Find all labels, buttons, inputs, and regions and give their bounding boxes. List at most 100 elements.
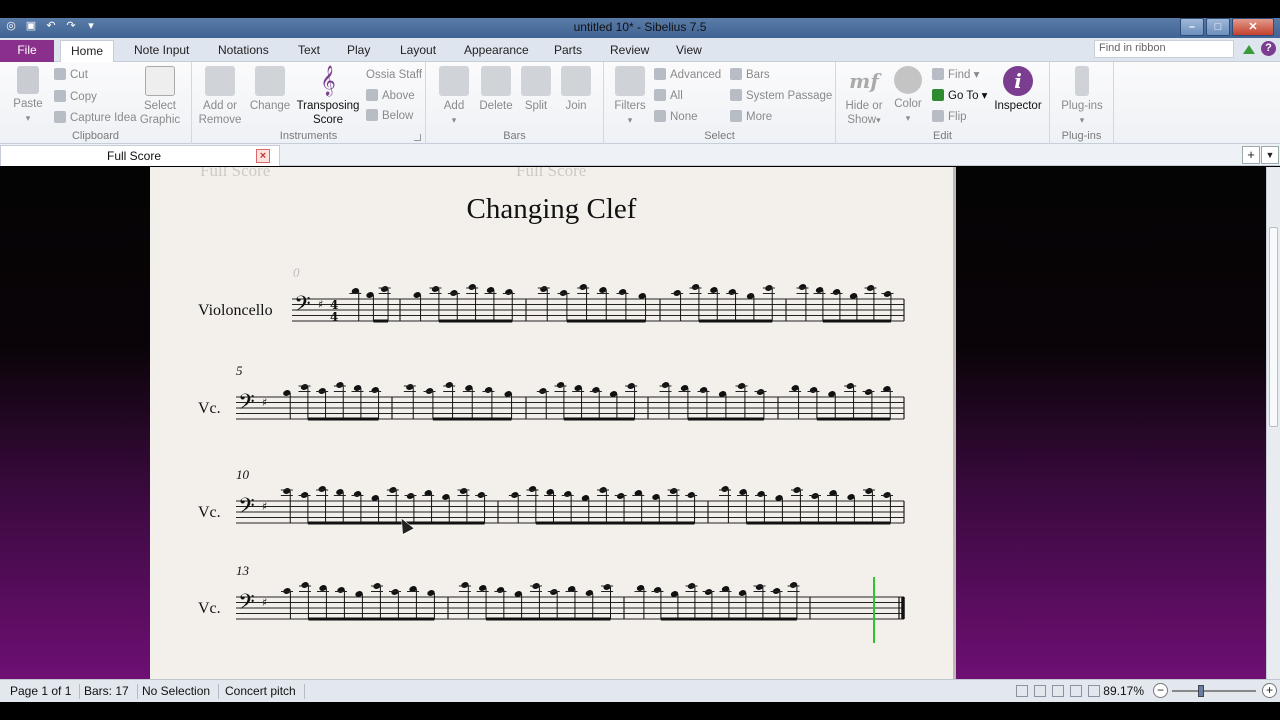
select-none-button[interactable]: None (654, 109, 698, 125)
zoom-slider[interactable] (1172, 690, 1256, 692)
find-in-ribbon-input[interactable]: Find in ribbon (1094, 40, 1234, 58)
instrument-label: Vc. (198, 504, 221, 521)
ribbon-tabs: File Home Note Input Notations Text Play… (0, 38, 1280, 62)
select-all-button[interactable]: All (654, 88, 683, 104)
select-bars-button[interactable]: Bars (730, 67, 770, 83)
ossia-above-button[interactable]: Above (366, 88, 415, 104)
above-icon (366, 89, 378, 101)
edit-group: mf Hide or Show▾ Color ▾ Find ▾ Go To ▾ Fl… (836, 62, 1050, 144)
view-spreads-icon[interactable] (1016, 685, 1028, 697)
advanced-filter-button[interactable]: Advanced (654, 67, 721, 83)
filters-button[interactable]: Filters ▾ (612, 66, 648, 127)
instrument-label: Vc. (198, 600, 221, 617)
view-vertical-icon[interactable] (1070, 685, 1082, 697)
tab-layout[interactable]: Layout (390, 40, 446, 62)
add-bar-button[interactable]: Add ▾ (434, 66, 474, 127)
paste-button[interactable]: Paste ▾ (8, 66, 48, 125)
funnel-icon (615, 66, 645, 96)
select-none-icon (654, 110, 666, 122)
edit-group-label: Edit (933, 130, 952, 142)
instrument-label: Violoncello (198, 302, 273, 319)
tab-home[interactable]: Home (60, 40, 115, 62)
music-notation[interactable]: Violoncello0𝄢 ♯ 44Vc.5𝄢 ♯Vc.10𝄢 ♯Vc.13𝄢 ♯ (150, 167, 956, 679)
status-selection: No Selection (142, 684, 220, 699)
tab-full-score[interactable]: Full Score × (0, 145, 280, 166)
below-icon (366, 109, 378, 121)
score-page[interactable]: Full Score Full Score Changing Clef Viol… (150, 167, 956, 679)
bar-number: 10 (236, 467, 250, 482)
instrument-label: Vc. (198, 400, 221, 417)
instruments-dialog-launcher-icon[interactable] (414, 134, 421, 141)
flip-icon (932, 110, 944, 122)
treble-clef-icon: 𝄞 (320, 66, 336, 96)
plugins-button[interactable]: Plug-ins ▾ (1056, 66, 1108, 127)
system-passage-icon (730, 89, 742, 101)
cut-button[interactable]: Cut (54, 67, 88, 83)
view-pages-icon[interactable] (1034, 685, 1046, 697)
system-passage-button[interactable]: System Passage (730, 88, 832, 104)
window-title: untitled 10* - Sibelius 7.5 (573, 20, 707, 34)
tab-text[interactable]: Text (288, 40, 330, 62)
color-button[interactable]: Color ▾ (890, 66, 926, 125)
tab-parts[interactable]: Parts (544, 40, 592, 62)
select-graphic-button[interactable]: Select Graphic (136, 66, 184, 127)
change-instrument-button[interactable]: Change (248, 66, 292, 113)
tab-review[interactable]: Review (600, 40, 659, 62)
select-group-label: Select (704, 130, 735, 142)
minimize-ribbon-icon[interactable] (1243, 45, 1255, 54)
clipboard-group: Paste ▾ Cut Copy Capture Idea Select Graph… (0, 62, 192, 144)
tab-note-input[interactable]: Note Input (124, 40, 199, 62)
bass-clef-icon: 𝄢 (238, 390, 255, 420)
find-button[interactable]: Find ▾ (932, 67, 979, 83)
status-concert-pitch[interactable]: Concert pitch (225, 684, 305, 699)
go-to-button[interactable]: Go To ▾ (932, 88, 987, 104)
zoom-in-button[interactable]: + (1262, 683, 1277, 698)
scissors-icon (54, 68, 66, 80)
select-all-icon (654, 89, 666, 101)
close-button[interactable]: ✕ (1232, 18, 1274, 36)
bass-clef-icon: 𝄢 (294, 292, 311, 322)
split-bar-button[interactable]: Split (518, 66, 554, 113)
delete-bar-button[interactable]: Delete (476, 66, 516, 113)
binoculars-icon (932, 68, 944, 80)
tab-file[interactable]: File (0, 40, 54, 62)
zoom-slider-thumb[interactable] (1198, 685, 1204, 697)
bars-group-label: Bars (503, 130, 526, 142)
help-icon[interactable]: ? (1261, 41, 1276, 56)
ossia-staff-button[interactable]: Ossia Staff (366, 67, 422, 83)
close-tab-icon[interactable]: × (256, 149, 270, 163)
minimize-button[interactable]: – (1180, 18, 1204, 36)
status-bars: Bars: 17 (84, 684, 138, 699)
transposing-score-button[interactable]: 𝄞 Transposing Score (296, 66, 360, 127)
capture-idea-button[interactable]: Capture Idea (54, 110, 137, 126)
view-panorama-icon[interactable] (1088, 685, 1100, 697)
maximize-button[interactable]: □ (1206, 18, 1230, 36)
join-bar-button[interactable]: Join (558, 66, 594, 113)
vertical-scrollbar[interactable] (1266, 167, 1280, 679)
add-remove-instruments-button[interactable]: Add or Remove (198, 66, 242, 127)
key-signature-sharp: ♯ (318, 298, 323, 311)
zoom-out-button[interactable]: − (1153, 683, 1168, 698)
tab-appearance[interactable]: Appearance (454, 40, 539, 62)
tab-menu-button[interactable]: ▼ (1261, 146, 1279, 164)
tab-play[interactable]: Play (337, 40, 380, 62)
inspector-button[interactable]: i Inspector (990, 66, 1046, 113)
copy-button[interactable]: Copy (54, 89, 97, 105)
bars-icon (730, 68, 742, 80)
ossia-below-button[interactable]: Below (366, 108, 413, 124)
tab-view[interactable]: View (666, 40, 712, 62)
info-icon: i (1003, 66, 1033, 96)
instruments-group: Add or Remove Change 𝄞 Transposing Score O… (192, 62, 426, 144)
select-more-button[interactable]: More (730, 109, 772, 125)
hide-or-show-button[interactable]: mf Hide or Show▾ (842, 66, 886, 127)
delete-bar-icon (481, 66, 511, 96)
view-horizontal-icon[interactable] (1052, 685, 1064, 697)
key-signature-sharp: ♯ (262, 396, 267, 409)
copy-icon (54, 90, 66, 102)
score-workspace: Full Score Full Score Changing Clef Viol… (0, 167, 1266, 679)
key-signature-sharp: ♯ (262, 596, 267, 609)
scrollbar-thumb[interactable] (1269, 227, 1278, 427)
tab-notations[interactable]: Notations (208, 40, 279, 62)
new-tab-button[interactable]: + (1242, 146, 1260, 164)
flip-button[interactable]: Flip (932, 109, 967, 125)
